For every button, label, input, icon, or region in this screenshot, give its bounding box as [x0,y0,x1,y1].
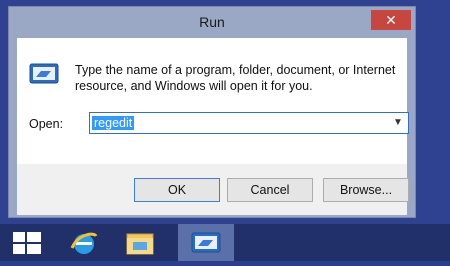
prompt-text: Type the name of a program, folder, docu… [75,63,396,93]
run-dialog: Run ✕ Type the name of a program, folder… [8,6,416,218]
browse-button-label: Browse... [339,183,393,197]
open-label: Open: [29,117,64,131]
chevron-down-icon[interactable]: ▼ [392,116,404,130]
taskbar [0,224,450,261]
cancel-button-label: Cancel [250,183,290,197]
title-bar[interactable]: Run [9,7,415,37]
taskbar-run[interactable] [178,224,234,261]
close-button[interactable]: ✕ [371,10,411,30]
open-combobox[interactable]: regedit ▼ [89,112,409,134]
ok-button-label: OK [167,183,187,197]
window-title: Run [199,14,225,30]
browse-button[interactable]: Browse... [323,178,409,202]
open-input[interactable]: regedit [92,116,135,130]
start-button[interactable] [0,224,56,261]
cancel-button[interactable]: Cancel [227,178,313,202]
windows-start-icon [13,232,41,254]
file-explorer-icon [126,233,154,255]
run-dialog-icon [191,232,221,253]
taskbar-file-explorer[interactable] [112,224,168,261]
button-bar: OK Cancel Browse... [17,164,409,215]
close-icon: ✕ [385,12,397,28]
dialog-body: Type the name of a program, folder, docu… [17,38,409,164]
ok-button[interactable]: OK [134,178,220,202]
internet-explorer-icon [70,232,98,254]
taskbar-internet-explorer[interactable] [56,224,112,261]
run-icon [29,63,59,85]
